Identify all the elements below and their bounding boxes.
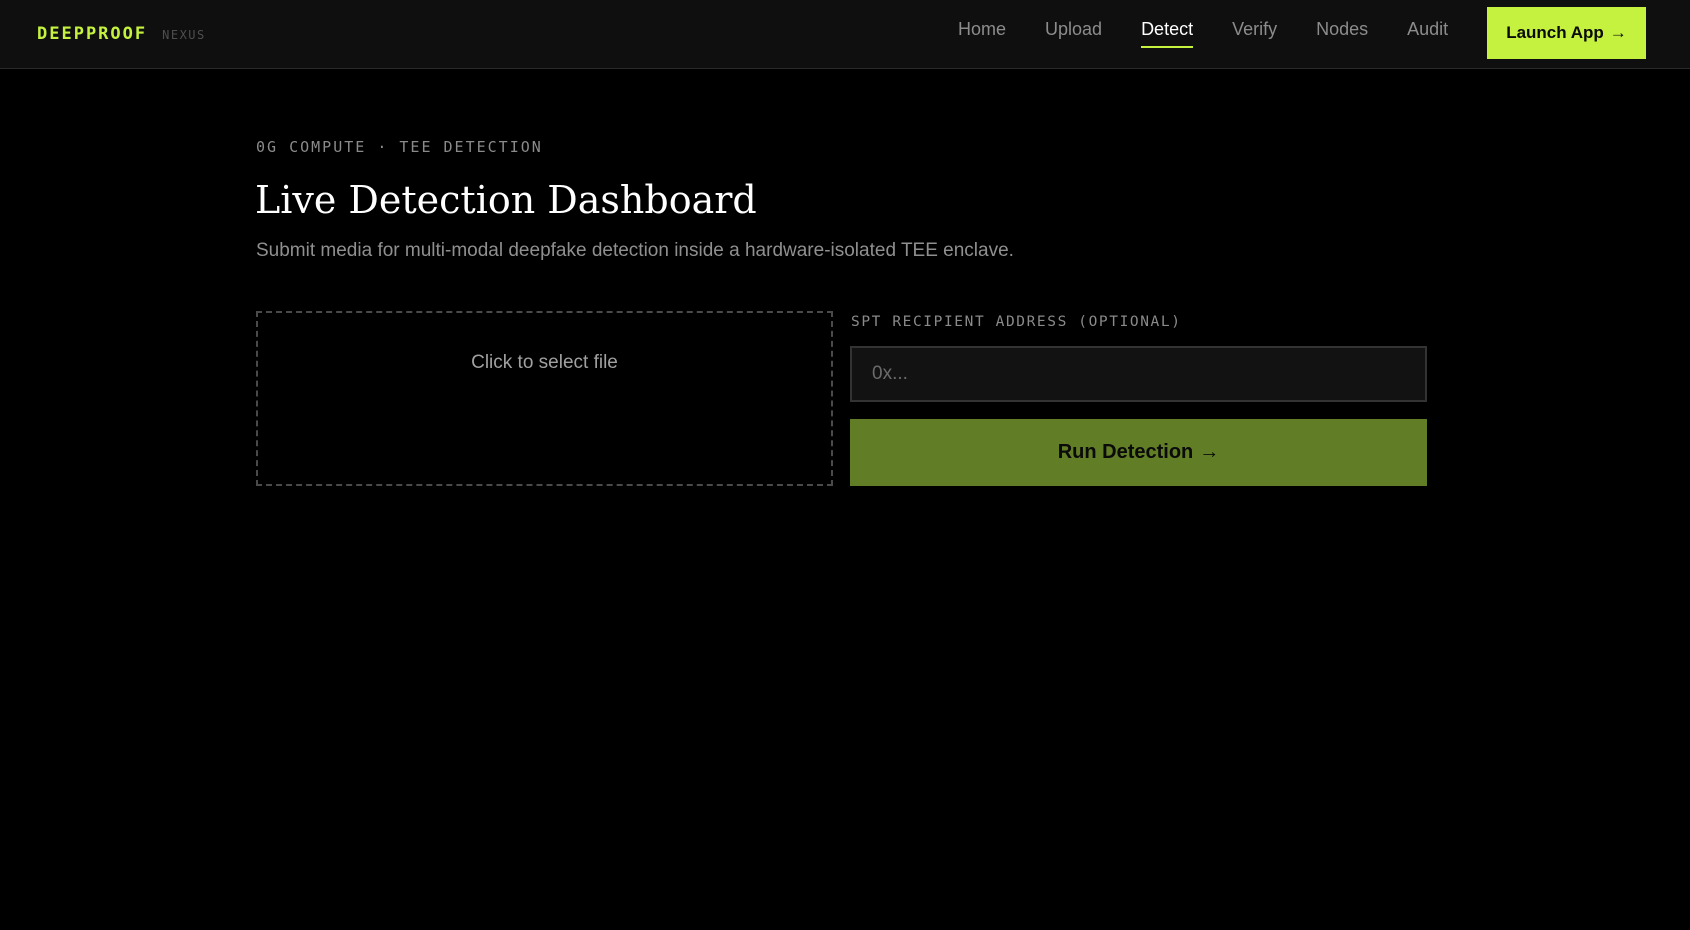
nav-item-upload[interactable]: Upload bbox=[1045, 19, 1102, 48]
brand-subtitle: NEXUS bbox=[162, 28, 206, 42]
top-navbar: DEEPPROOF NEXUS Home Upload Detect Verif… bbox=[0, 0, 1690, 69]
nav-item-detect[interactable]: Detect bbox=[1141, 19, 1194, 48]
nav-item-audit[interactable]: Audit bbox=[1407, 19, 1448, 48]
brand-name: DEEPPROOF bbox=[37, 24, 148, 44]
nav-item-nodes[interactable]: Nodes bbox=[1316, 19, 1368, 48]
nav-item-home[interactable]: Home bbox=[958, 19, 1006, 48]
arrow-right-icon: → bbox=[1199, 441, 1220, 463]
recipient-address-label: SPT RECIPIENT ADDRESS (OPTIONAL) bbox=[851, 314, 1182, 330]
brand[interactable]: DEEPPROOF NEXUS bbox=[37, 24, 206, 44]
nav-item-verify[interactable]: Verify bbox=[1232, 19, 1277, 48]
dropzone-prompt: Click to select file bbox=[471, 352, 618, 373]
main-nav: Home Upload Detect Verify Nodes Audit bbox=[958, 19, 1448, 48]
file-dropzone[interactable]: Click to select file bbox=[256, 311, 833, 486]
arrow-right-icon: → bbox=[1609, 23, 1627, 42]
run-detection-button[interactable]: Run Detection → bbox=[850, 419, 1427, 486]
launch-app-button[interactable]: Launch App → bbox=[1487, 7, 1646, 59]
section-eyebrow: 0G COMPUTE · TEE DETECTION bbox=[256, 138, 543, 156]
page-subtitle: Submit media for multi-modal deepfake de… bbox=[256, 240, 1014, 261]
run-detection-label: Run Detection bbox=[1057, 441, 1194, 463]
recipient-address-input[interactable] bbox=[850, 346, 1427, 402]
launch-app-label: Launch App bbox=[1506, 23, 1604, 42]
page-title: Live Detection Dashboard bbox=[255, 178, 757, 222]
